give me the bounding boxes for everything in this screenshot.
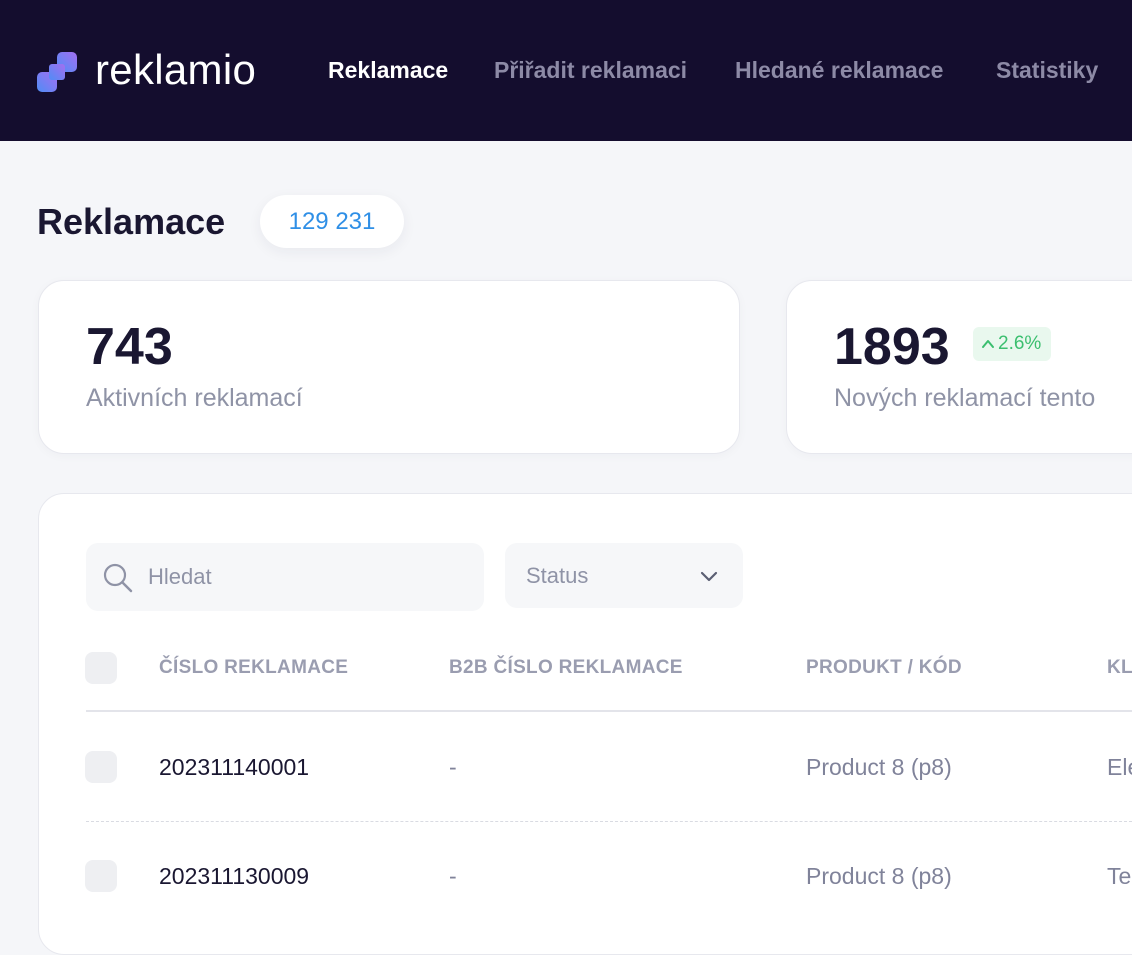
table-header-divider: [86, 710, 1132, 712]
stat-value: 1893: [834, 318, 950, 376]
customer-cell: Ele: [1107, 754, 1132, 780]
trend-badge: 2.6%: [973, 327, 1052, 361]
nav-item-searched-claims[interactable]: Hledané reklamace: [735, 54, 943, 86]
status-select[interactable]: Status: [505, 543, 743, 608]
trend-value: 2.6%: [998, 333, 1042, 354]
reklamio-logo-icon[interactable]: [37, 52, 77, 92]
row-checkbox[interactable]: [85, 860, 117, 892]
column-header-b2b-claim-number[interactable]: B2B ČÍSLO REKLAMACE: [449, 655, 683, 681]
product-cell: Product 8 (p8): [806, 863, 952, 889]
arrow-up-icon: [982, 340, 994, 348]
b2b-number-cell: -: [449, 863, 457, 889]
stat-card-active-claims: 743 Aktivních reklamací: [38, 280, 740, 454]
stat-label: Nových reklamací tento: [834, 384, 1096, 412]
b2b-number-cell: -: [449, 754, 457, 780]
nav-item-statistics[interactable]: Statistiky: [996, 54, 1098, 86]
column-header-product-code[interactable]: PRODUKT / KÓD: [806, 655, 962, 681]
search-box[interactable]: [86, 543, 484, 611]
column-header-customer[interactable]: KL: [1107, 655, 1132, 681]
top-navigation-bar: reklamio Reklamace Přiřadit reklamaci Hl…: [0, 0, 1132, 141]
nav-item-reklamace[interactable]: Reklamace: [328, 54, 448, 86]
column-header-claim-number[interactable]: ČÍSLO REKLAMACE: [159, 655, 348, 681]
product-cell: Product 8 (p8): [806, 754, 952, 780]
brand-name: reklamio: [95, 46, 257, 93]
claim-number-cell[interactable]: 202311130009: [159, 859, 309, 893]
customer-cell: Te: [1107, 863, 1132, 889]
chevron-down-icon: [700, 571, 718, 582]
page-title: Reklamace: [37, 201, 226, 242]
nav-item-assign-claim[interactable]: Přiřadit reklamaci: [494, 54, 687, 86]
total-count-badge: 129 231: [260, 195, 404, 248]
stat-card-new-claims: 1893 2.6% Nových reklamací tento: [786, 280, 1132, 454]
row-divider: [86, 821, 1132, 822]
stat-value: 743: [86, 318, 173, 376]
claim-number-cell[interactable]: 202311140001: [159, 750, 309, 784]
status-select-label: Status: [526, 563, 589, 588]
select-all-checkbox[interactable]: [85, 652, 117, 684]
search-icon: [103, 563, 133, 593]
search-input[interactable]: [148, 543, 468, 611]
row-checkbox[interactable]: [85, 751, 117, 783]
stat-label: Aktivních reklamací: [86, 384, 303, 412]
